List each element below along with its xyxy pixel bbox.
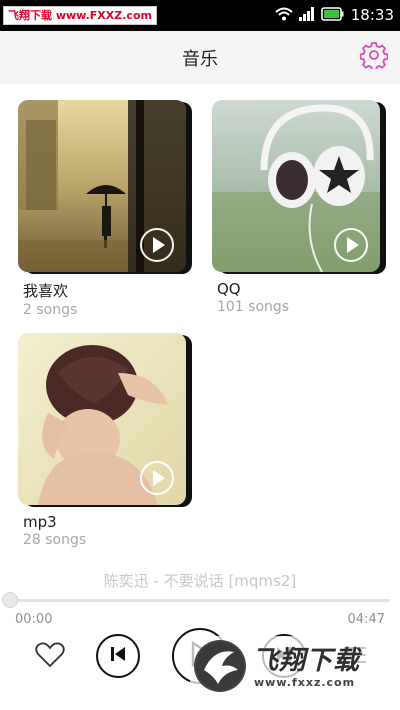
status-bar: 飞翔下载 www.FXXZ.com 18:33 <box>0 0 400 31</box>
watermark-text: 飞翔下载 <box>252 646 361 676</box>
seek-thumb[interactable] <box>2 592 18 608</box>
settings-button[interactable] <box>358 41 390 73</box>
page-title: 音乐 <box>182 49 218 70</box>
time-total: 04:47 <box>347 612 385 627</box>
playlist-card-mp3[interactable]: mp3 28 songs <box>18 333 194 548</box>
status-icons: 18:33 <box>275 5 394 25</box>
play-playlist-button[interactable] <box>140 461 174 495</box>
favorite-button[interactable] <box>32 640 68 674</box>
playlist-card-qq[interactable]: QQ 101 songs <box>212 100 388 315</box>
play-playlist-button[interactable] <box>140 228 174 262</box>
seek-bar[interactable] <box>8 599 390 602</box>
watermark-url: www.fxxz.com <box>254 676 356 689</box>
play-icon <box>347 237 359 253</box>
now-playing-title: 陈奕迅 - 不要说话 [mqms2] <box>103 572 297 590</box>
watermark-overlay: 飞翔下载 www.fxxz.com <box>190 636 390 698</box>
playlist-count: 2 songs <box>23 302 78 318</box>
gear-icon <box>359 41 389 73</box>
status-time: 18:33 <box>350 6 394 24</box>
app-header: 音乐 <box>0 31 400 84</box>
signal-icon <box>298 6 315 25</box>
previous-button[interactable] <box>96 634 140 678</box>
time-current: 00:00 <box>15 612 53 627</box>
playlist-name: QQ <box>217 280 241 298</box>
playlist-name: 我喜欢 <box>23 282 69 300</box>
heart-icon <box>35 642 65 672</box>
playlist-count: 101 songs <box>217 299 290 315</box>
skip-previous-icon <box>108 644 128 668</box>
playlist-card-woxihuan[interactable]: 我喜欢 2 songs <box>18 100 194 318</box>
play-icon <box>153 237 165 253</box>
playlist-count: 28 songs <box>23 532 87 548</box>
play-playlist-button[interactable] <box>334 228 368 262</box>
playlist-name: mp3 <box>23 513 57 531</box>
watermark-logo: 飞翔下载 www.FXXZ.com <box>3 6 157 25</box>
play-icon <box>153 470 165 486</box>
watermark-logo-icon <box>194 640 246 692</box>
wifi-icon <box>275 6 293 25</box>
battery-icon <box>320 6 345 25</box>
